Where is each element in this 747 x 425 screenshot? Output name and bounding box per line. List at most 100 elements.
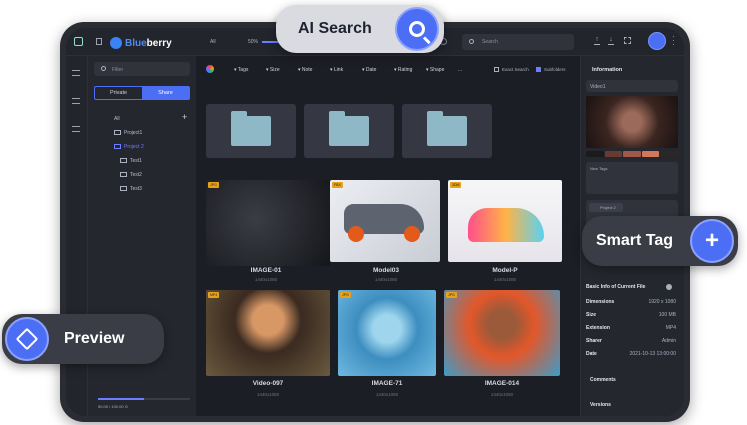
folder-icon-test1 [120,158,127,163]
folder-icon-test2 [120,172,127,177]
asset-dimensions: 1440x1080 [375,392,399,397]
tags-field[interactable]: New Tags [586,162,678,194]
search-icon [469,39,474,44]
upload-icon[interactable]: ↑ [594,36,600,45]
asset-title: Model03 [372,267,399,274]
preview-label: Preview [64,330,125,347]
info-row: Size 100 MB [586,312,676,318]
color-swatch[interactable] [641,151,660,157]
folder-icon [427,111,467,146]
subfolders-checkbox[interactable] [536,67,541,72]
sneaker-shape [468,208,544,242]
rail-list-icon-1[interactable] [72,70,80,76]
tree-item-project1[interactable]: Project1 [124,130,142,136]
exact-search-checkbox[interactable] [494,67,499,72]
scope-toggle: Private Share [94,86,190,100]
brand-logo: Blueberry [110,37,172,49]
tree-item-test1[interactable]: Test1 [130,158,142,164]
name-field[interactable]: Video1 [586,80,678,92]
subfolders-label: Subfolders [544,67,566,72]
color-filter-icon[interactable] [206,65,214,73]
storage-bar [98,398,190,400]
folder-icon-test3 [120,186,127,191]
ai-search-button[interactable] [395,7,439,51]
rail-list-icon-2[interactable] [72,98,80,104]
asset-title: IMAGE-014 [484,380,520,387]
info-row: Date 2021-10-13 13:00:00 [586,351,676,357]
color-swatch[interactable] [604,151,623,157]
plus-icon: + [704,227,719,254]
app-icon [74,37,83,46]
versions-section[interactable]: Versions [590,402,611,408]
folder-icon [231,111,271,146]
more-menu-icon[interactable]: · · · [672,33,675,49]
info-value: MP4 [665,325,676,331]
asset-title: IMAGE-01 [250,267,282,274]
search-input[interactable]: Search [462,34,574,50]
tree-item-all[interactable]: All [114,116,120,122]
ai-search-label: AI Search [298,20,372,37]
basic-info-title: Basic Info of Current File [586,284,646,290]
storage-text: 50.00 / 100.00 G [98,404,128,409]
fullscreen-icon[interactable] [624,37,631,44]
preview-button[interactable] [5,317,49,361]
logo-mark-icon [110,37,122,49]
filter-shape[interactable]: ▾ Shape [426,67,444,73]
info-key: Extension [586,325,610,331]
comments-section[interactable]: Comments [590,377,616,383]
folder-card[interactable] [304,104,394,158]
rail-list-icon-3[interactable] [72,126,80,132]
asset-thumbnail-image-014[interactable] [444,290,560,376]
folder-card[interactable] [206,104,296,158]
filter-input[interactable]: Filter [94,62,190,76]
info-key: Dimensions [586,299,615,305]
tree-item-project2[interactable]: Project 2 [124,144,144,150]
preview-thumbnail[interactable] [586,96,678,148]
info-row: Dimensions 1920 x 1080 [586,299,676,305]
smart-tag-button[interactable]: + [690,219,734,263]
info-key: Size [586,312,597,318]
color-swatches [586,151,678,157]
folder-icon [329,111,369,146]
info-key: Sharer [586,338,602,344]
color-swatch[interactable] [660,151,678,157]
search-icon [409,21,431,45]
asset-thumbnail-image-01[interactable] [206,180,330,266]
info-value: 2021-10-13 13:00:00 [629,351,676,357]
asset-thumbnail-video-097[interactable] [206,290,330,376]
info-row: Sharer Admin [586,338,676,344]
asset-title: Model-P [492,267,518,274]
filter-note[interactable]: ▾ Note [298,67,312,73]
asset-title: IMAGE-71 [371,380,403,387]
tree-item-test3[interactable]: Test3 [130,186,142,192]
user-avatar[interactable] [648,32,666,50]
info-icon[interactable] [666,284,672,290]
filter-more[interactable]: ... [458,67,462,73]
filter-tags[interactable]: ▾ Tags [234,67,248,73]
folder-chip-label: Project 2 [600,205,616,210]
asset-thumbnail-image-71[interactable] [338,290,436,376]
asset-thumbnail-model-p[interactable] [448,180,562,262]
add-folder-icon[interactable]: + [182,112,187,122]
format-badge: MP4 [208,292,220,298]
asset-title: Video-097 [252,380,284,387]
asset-dimensions: 1440x1080 [374,277,398,282]
sidebar-toggle-icon[interactable] [96,38,102,45]
tab-share[interactable]: Share [142,87,189,99]
format-badge: JPG [446,292,457,298]
filter-date[interactable]: ▾ Date [362,67,376,73]
tab-private[interactable]: Private [95,87,142,99]
filter-size[interactable]: ▾ Size [266,67,280,73]
color-swatch[interactable] [623,151,641,157]
info-row: Extension MP4 [586,325,676,331]
color-swatch[interactable] [586,151,604,157]
filter-link[interactable]: ▾ Link [330,67,343,73]
all-view-label[interactable]: All [210,39,216,45]
folder-card[interactable] [402,104,492,158]
info-value: Admin [661,338,676,344]
tree-item-test2[interactable]: Test2 [130,172,142,178]
download-icon[interactable]: ↓ [608,36,614,45]
filter-rating[interactable]: ▾ Rating [394,67,412,73]
exact-search-label: Exact Search [502,67,529,72]
asset-thumbnail-model03[interactable] [330,180,440,262]
